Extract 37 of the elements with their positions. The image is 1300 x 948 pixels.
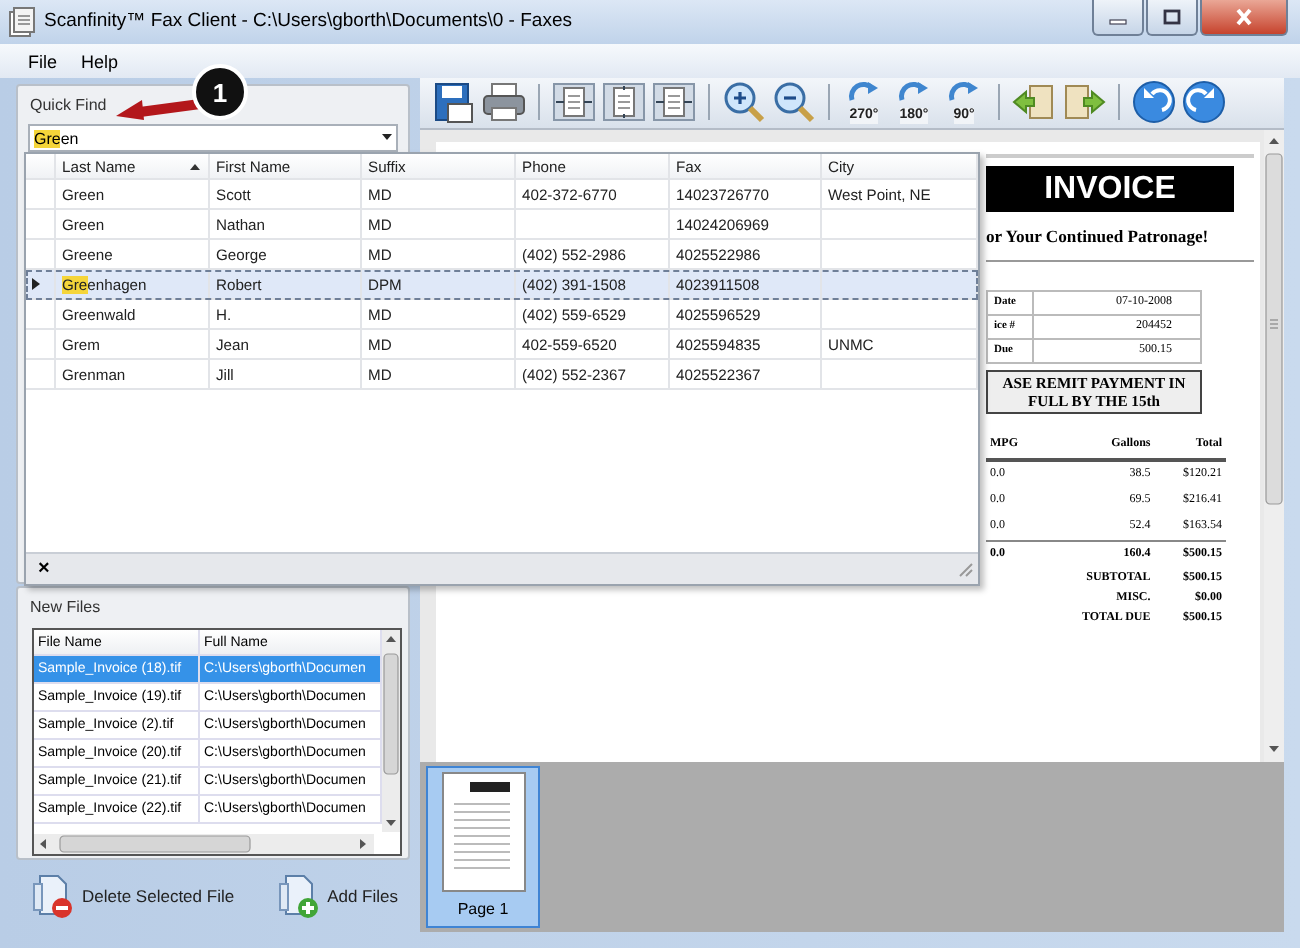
invoice-heading: INVOICE xyxy=(986,165,1234,212)
redo-icon[interactable] xyxy=(1182,80,1226,125)
maximize-button[interactable] xyxy=(1146,0,1198,36)
panel-title: New Files xyxy=(28,596,103,621)
fit-height-icon[interactable] xyxy=(652,80,696,125)
delete-file-icon xyxy=(32,872,76,921)
undo-icon[interactable] xyxy=(1132,80,1176,125)
close-button[interactable] xyxy=(1200,0,1288,36)
zoom-out-icon[interactable] xyxy=(772,80,816,125)
panel-title: Quick Find xyxy=(28,94,109,118)
next-page-icon[interactable] xyxy=(1062,80,1106,125)
menu-item[interactable]: Help xyxy=(71,51,129,71)
delete-files-button[interactable]: Delete Selected File xyxy=(32,872,235,921)
invoice-tagline: or Your Continued Patronage! xyxy=(986,225,1254,262)
save-icon[interactable] xyxy=(432,80,476,125)
window-title: Scanfinity™ Fax Client - C:\Users\gborth\Documents\0 - Faxes xyxy=(44,10,574,32)
add-files-button[interactable]: Add Files xyxy=(277,872,398,921)
fit-page-icon[interactable] xyxy=(602,80,646,125)
close-button[interactable]: × xyxy=(38,558,50,580)
close-icon xyxy=(1234,8,1254,26)
quick-find-combo[interactable]: Green xyxy=(28,124,398,152)
add-file-icon xyxy=(277,872,322,921)
app-icon xyxy=(8,6,36,38)
pointer-arrow xyxy=(116,99,201,120)
sort-arrow-icon xyxy=(190,163,200,169)
page-preview-drawing xyxy=(441,771,525,892)
dropdown-arrow-icon xyxy=(378,132,396,144)
page-thumbnail[interactable]: Page 1 xyxy=(426,765,540,928)
resize-grip-icon[interactable] xyxy=(956,560,974,578)
menu-item[interactable]: File xyxy=(18,51,68,71)
print-icon[interactable] xyxy=(482,80,526,125)
previous-page-icon[interactable] xyxy=(1012,80,1056,125)
zoom-in-icon[interactable] xyxy=(722,80,766,125)
row-indicator-icon xyxy=(32,278,40,290)
minimize-button[interactable] xyxy=(1092,0,1144,36)
maximize-icon xyxy=(1162,8,1182,26)
fit-width-icon[interactable] xyxy=(552,80,596,125)
